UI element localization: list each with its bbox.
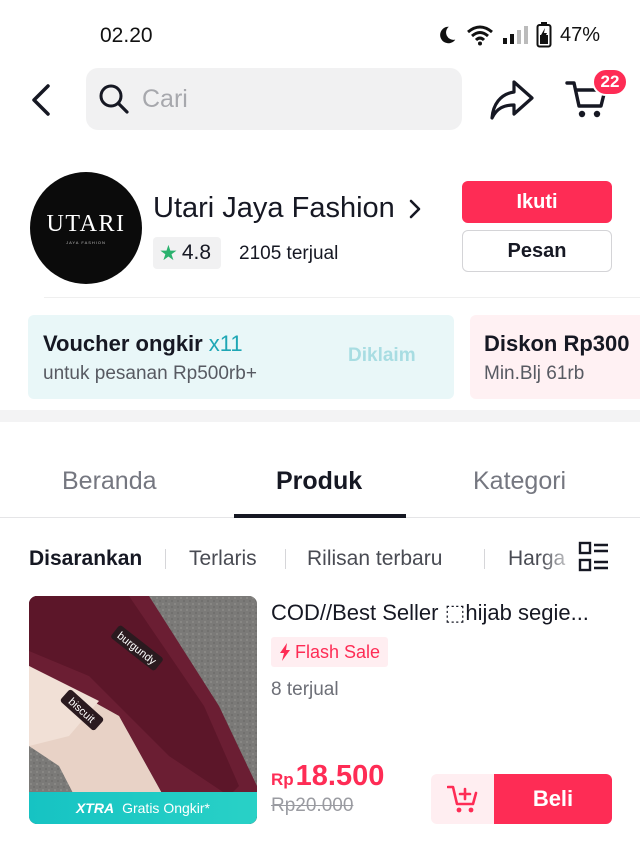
filter-separator: [165, 549, 166, 569]
back-button[interactable]: [24, 80, 58, 120]
voucher-card-shipping[interactable]: Voucher ongkir x11 untuk pesanan Rp500rb+…: [28, 315, 454, 399]
list-view-icon: [578, 541, 608, 572]
battery-charging-icon: [536, 22, 552, 48]
filter-terlaris[interactable]: Terlaris: [189, 547, 257, 571]
lightning-icon: [280, 643, 290, 661]
voucher-title: Voucher ongkir: [43, 331, 203, 356]
sort-filter-bar: Disarankan Terlaris Rilisan terbaru Harg…: [0, 535, 640, 579]
layout-toggle-button[interactable]: [578, 541, 610, 573]
status-icons: 47%: [436, 22, 600, 48]
product-title[interactable]: COD//Best Seller ⬚hijab segie...: [271, 600, 589, 626]
shop-name: Utari Jaya Fashion: [153, 192, 395, 224]
tab-beranda[interactable]: Beranda: [62, 467, 157, 496]
free-shipping-banner: XTRA Gratis Ongkir*: [29, 792, 257, 824]
filter-rilisan-terbaru[interactable]: Rilisan terbaru: [307, 547, 442, 571]
filter-separator: [484, 549, 485, 569]
product-sold-count: 8 terjual: [271, 679, 339, 700]
shop-logo[interactable]: UTARI JAYA FASHION: [30, 172, 142, 284]
cart-count-badge: 22: [592, 68, 628, 96]
original-price: Rp20.000: [271, 795, 354, 816]
message-button[interactable]: Pesan: [462, 230, 612, 272]
search-placeholder: Cari: [142, 84, 188, 113]
chevron-right-icon: [409, 199, 421, 218]
voucher-card-discount[interactable]: Diskon Rp300 Min.Blj 61rb: [470, 315, 640, 399]
battery-percent: 47%: [559, 23, 600, 46]
filter-separator: [285, 549, 286, 569]
top-nav: Cari 22: [0, 66, 640, 132]
voucher-multiplier: x11: [208, 331, 243, 356]
product-image[interactable]: burgundy biscuit XTRA Gratis Ongkir*: [29, 596, 257, 824]
flash-sale-label: Flash Sale: [295, 641, 381, 662]
shop-rating: ★ 4.8: [153, 237, 222, 269]
tab-produk[interactable]: Produk: [276, 467, 362, 496]
section-separator: [0, 410, 640, 422]
wifi-icon: [467, 25, 493, 46]
signal-icon: [502, 26, 528, 44]
shop-name-link[interactable]: Utari Jaya Fashion: [153, 192, 421, 225]
price-value: 18.500: [295, 760, 385, 792]
share-button[interactable]: [488, 78, 536, 122]
filter-fade: [540, 535, 580, 579]
star-icon: ★: [159, 241, 178, 265]
shop-header: UTARI JAYA FASHION Utari Jaya Fashion ★ …: [0, 170, 640, 290]
add-to-cart-button[interactable]: [431, 774, 497, 824]
search-input[interactable]: Cari: [86, 68, 462, 130]
status-bar: 02.20 47%: [0, 0, 640, 70]
shipping-label: Gratis Ongkir*: [122, 800, 211, 816]
voucher-subtitle: untuk pesanan Rp500rb+: [43, 363, 257, 384]
follow-button[interactable]: Ikuti: [462, 181, 612, 223]
moon-icon: [440, 26, 456, 44]
status-time: 02.20: [100, 24, 153, 47]
price-currency: Rp: [271, 770, 294, 789]
voucher-subtitle: Min.Blj 61rb: [484, 363, 585, 384]
shop-sold-count: 2105 terjual: [239, 243, 339, 264]
product-price: Rp 18.500: [271, 760, 384, 793]
add-to-cart-icon: [447, 785, 478, 813]
buy-button[interactable]: Beli: [494, 774, 612, 824]
tab-kategori[interactable]: Kategori: [473, 467, 566, 496]
back-arrow-icon: [32, 84, 50, 116]
share-icon: [490, 80, 534, 120]
product-photo: burgundy biscuit: [29, 596, 257, 824]
filter-disarankan[interactable]: Disarankan: [29, 547, 142, 571]
shop-tabs: Beranda Produk Kategori: [0, 422, 640, 518]
active-tab-indicator: [234, 514, 406, 518]
flash-sale-badge: Flash Sale: [271, 637, 389, 667]
voucher-title: Diskon Rp300: [484, 331, 630, 356]
divider: [44, 297, 640, 298]
rating-value: 4.8: [181, 241, 212, 264]
shop-logo-text: UTARI: [46, 211, 126, 237]
search-icon: [99, 84, 129, 114]
xtra-label: XTRA: [75, 800, 115, 816]
voucher-claimed-status: Diklaim: [348, 345, 416, 366]
shop-logo-subtext: JAYA FASHION: [66, 240, 106, 245]
